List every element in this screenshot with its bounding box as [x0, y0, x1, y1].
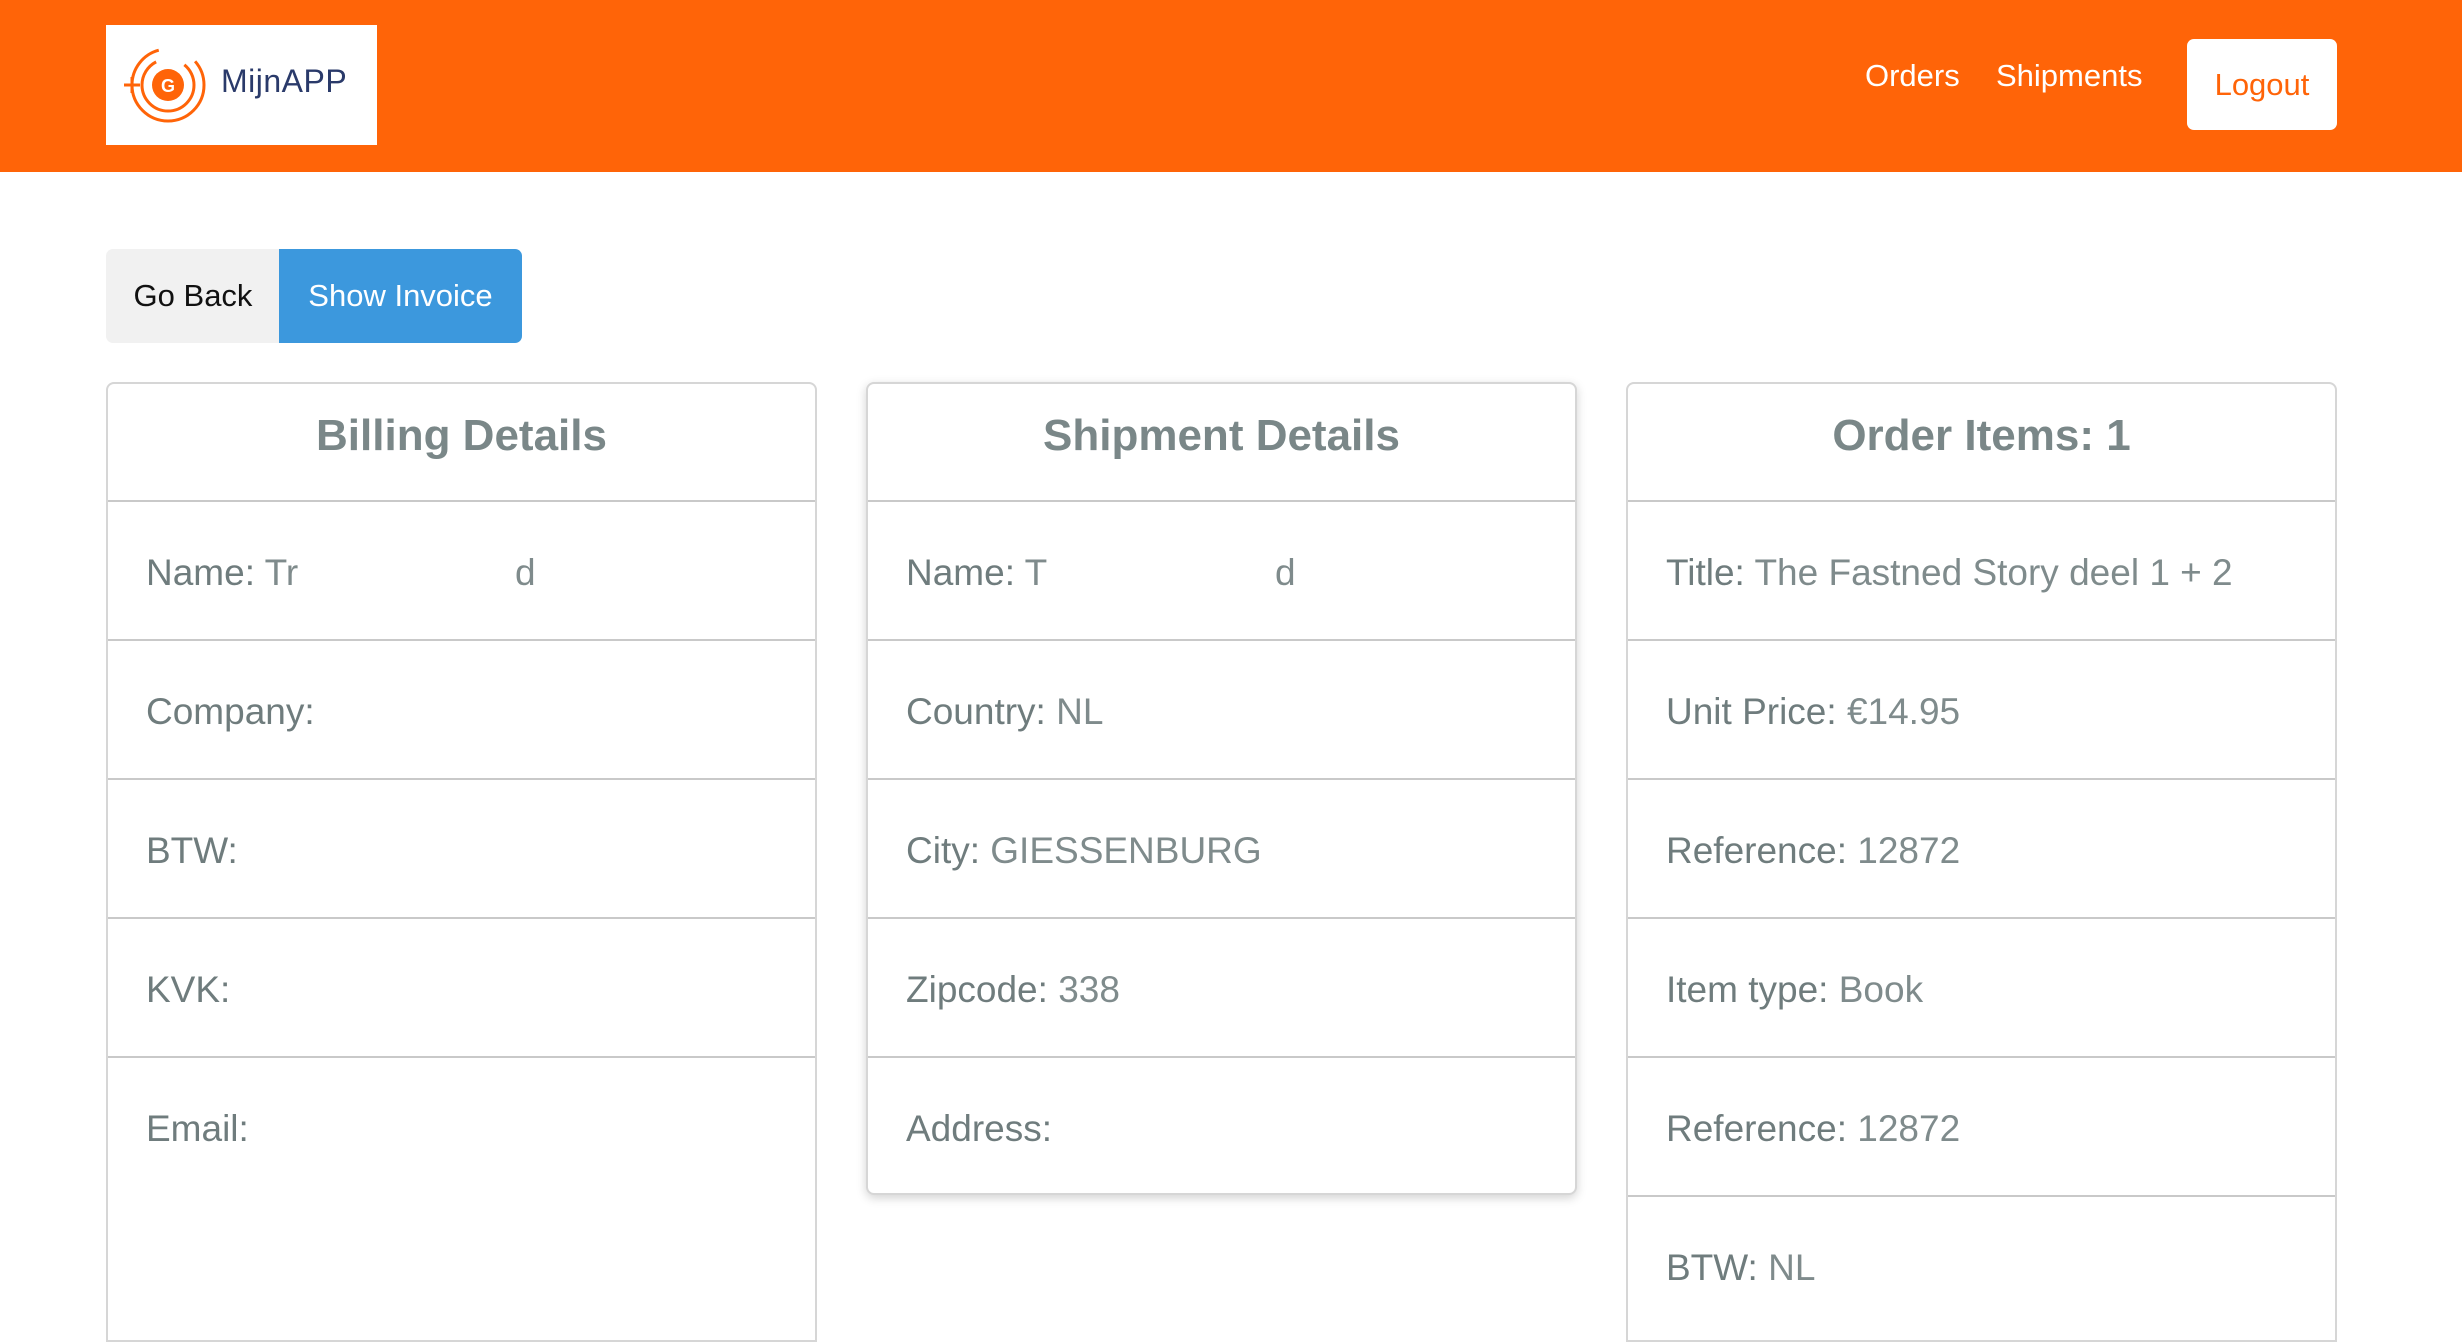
- shipment-details-title: Shipment Details: [868, 384, 1575, 502]
- item-unit-price-value: €14.95: [1846, 691, 1961, 732]
- item-unit-price-row: Unit Price: €14.95: [1628, 641, 2335, 780]
- shipment-country-row: Country: NL: [868, 641, 1575, 780]
- item-title-label: Title:: [1666, 552, 1745, 593]
- shipment-name-value: T: [1024, 552, 1048, 593]
- shipment-city-label: City:: [906, 830, 980, 871]
- shipment-name-label: Name:: [906, 552, 1015, 593]
- shipment-zipcode-label: Zipcode:: [906, 969, 1048, 1010]
- show-invoice-button[interactable]: Show Invoice: [279, 249, 522, 343]
- billing-name-value: Tr: [264, 552, 299, 593]
- shipment-name-tail: d: [1275, 552, 1296, 593]
- brand-name: MijnAPP: [221, 63, 348, 99]
- go-back-button[interactable]: Go Back: [106, 249, 280, 343]
- billing-company-label: Company:: [146, 691, 315, 732]
- logout-button[interactable]: Logout: [2187, 39, 2337, 130]
- shipment-country-value: NL: [1056, 691, 1104, 732]
- item-reference-row: Reference: 12872: [1628, 780, 2335, 919]
- shipment-city-value: GIESSENBURG: [990, 830, 1262, 871]
- item-reference-value-2: 12872: [1857, 1108, 1961, 1149]
- item-unit-price-label: Unit Price:: [1666, 691, 1837, 732]
- billing-name-tail: d: [515, 552, 536, 593]
- billing-btw-label: BTW:: [146, 830, 238, 871]
- shipment-zipcode-value: 338: [1058, 969, 1120, 1010]
- billing-email-label: Email:: [146, 1108, 249, 1149]
- billing-company-row: Company:: [108, 641, 815, 780]
- order-items-title: Order Items: 1: [1628, 384, 2335, 502]
- item-btw-row: BTW: NL: [1628, 1197, 2335, 1336]
- item-reference-row-2: Reference: 12872: [1628, 1058, 2335, 1197]
- item-title-row: Title: The Fastned Story deel 1 + 2: [1628, 502, 2335, 641]
- billing-kvk-label: KVK:: [146, 969, 231, 1010]
- shipment-city-row: City: GIESSENBURG: [868, 780, 1575, 919]
- item-title-value: The Fastned Story deel 1 + 2: [1754, 552, 2233, 593]
- billing-details-card: Billing Details Name: Tr d Company: BTW:…: [106, 382, 817, 1342]
- nav-link-orders[interactable]: Orders: [1865, 58, 1960, 94]
- shipment-address-label: Address:: [906, 1108, 1053, 1149]
- item-btw-label: BTW:: [1666, 1247, 1758, 1288]
- brand-logo-box[interactable]: G MijnAPP: [106, 25, 377, 145]
- logo-letter: G: [161, 76, 175, 96]
- item-type-value: Book: [1838, 969, 1924, 1010]
- billing-name-label: Name:: [146, 552, 255, 593]
- item-type-row: Item type: Book: [1628, 919, 2335, 1058]
- item-reference-label: Reference:: [1666, 830, 1847, 871]
- logo-icon: G: [124, 47, 206, 123]
- item-btw-value: NL: [1768, 1247, 1816, 1288]
- nav-link-shipments[interactable]: Shipments: [1996, 58, 2142, 94]
- shipment-name-row: Name: T d: [868, 502, 1575, 641]
- shipment-details-card: Shipment Details Name: T d Country: NL C…: [866, 382, 1577, 1195]
- top-navbar: G MijnAPP Orders Shipments Logout: [0, 0, 2462, 172]
- billing-btw-row: BTW:: [108, 780, 815, 919]
- shipment-address-row: Address:: [868, 1058, 1575, 1197]
- billing-details-title: Billing Details: [108, 384, 815, 502]
- billing-email-row: Email:: [108, 1058, 815, 1197]
- shipment-zipcode-row: Zipcode: 338: [868, 919, 1575, 1058]
- order-items-card: Order Items: 1 Title: The Fastned Story …: [1626, 382, 2337, 1342]
- shipment-country-label: Country:: [906, 691, 1046, 732]
- item-type-label: Item type:: [1666, 969, 1829, 1010]
- item-reference-label-2: Reference:: [1666, 1108, 1847, 1149]
- billing-name-row: Name: Tr d: [108, 502, 815, 641]
- billing-kvk-row: KVK:: [108, 919, 815, 1058]
- item-reference-value: 12872: [1857, 830, 1961, 871]
